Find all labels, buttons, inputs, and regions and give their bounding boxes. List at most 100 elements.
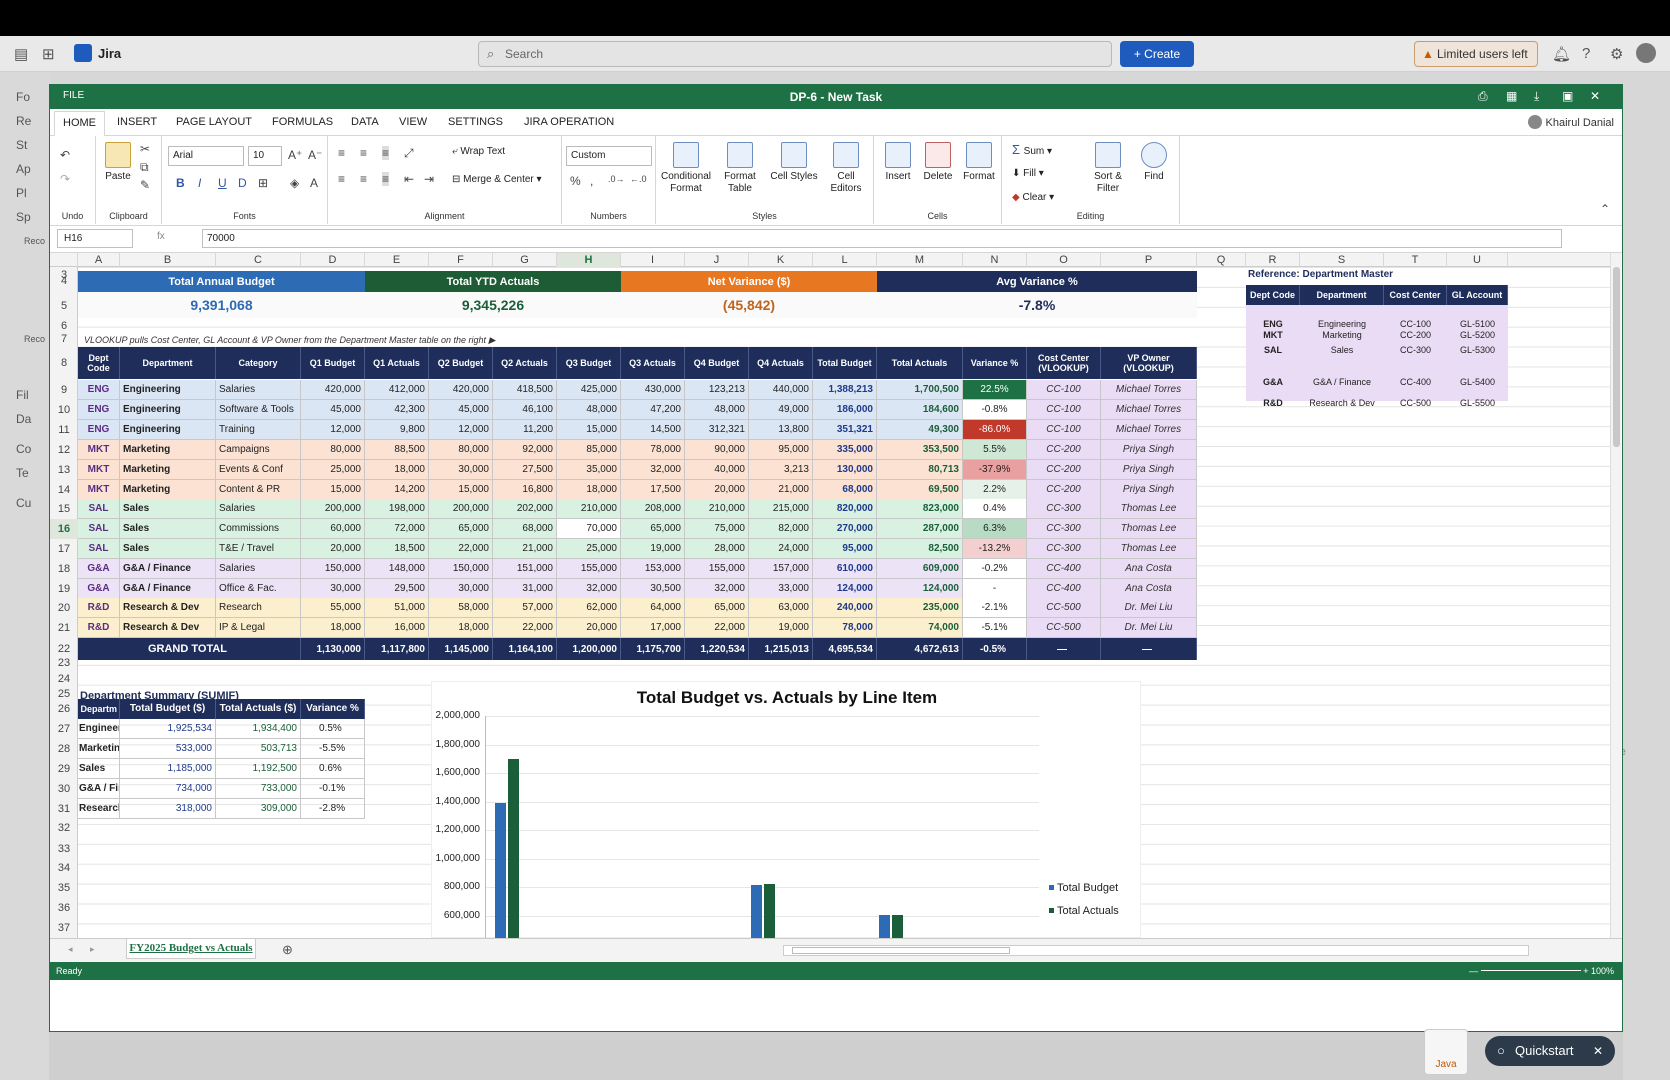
table-cell[interactable]: 6.3% [963, 519, 1027, 539]
decrease-decimal-icon[interactable]: ←.0 [630, 174, 647, 184]
table-cell[interactable]: 78,000 [813, 618, 877, 638]
table-cell[interactable]: CC-200 [1027, 460, 1101, 480]
underline-icon[interactable]: U [218, 176, 227, 190]
table-cell[interactable]: 353,500 [877, 440, 963, 460]
table-cell[interactable]: Ana Costa [1101, 559, 1197, 579]
zoom-slider[interactable] [1480, 970, 1581, 971]
row-header[interactable]: 17 [50, 539, 78, 559]
table-cell[interactable]: 155,000 [557, 559, 621, 579]
master-cell[interactable]: CC-100 [1384, 319, 1447, 329]
table-cell[interactable]: -13.2% [963, 539, 1027, 559]
table-cell[interactable]: 30,000 [429, 579, 493, 599]
column-header[interactable]: U [1447, 253, 1508, 267]
table-cell[interactable]: 68,000 [813, 480, 877, 500]
master-cell[interactable]: CC-400 [1384, 377, 1447, 387]
summary-cell[interactable]: 1,925,534 [120, 719, 216, 739]
master-cell[interactable]: GL-5200 [1447, 330, 1508, 340]
jira-logo-icon[interactable] [74, 44, 92, 62]
row-header[interactable]: 28 [50, 739, 78, 759]
table-cell[interactable]: Ana Costa [1101, 579, 1197, 599]
table-cell[interactable]: 49,000 [749, 400, 813, 420]
table-cell[interactable]: 33,000 [749, 579, 813, 599]
cell-styles-button[interactable]: Cell Styles [768, 142, 820, 183]
clear-button[interactable]: ◆ Clear ▾ [1012, 192, 1054, 204]
table-cell[interactable]: 25,000 [301, 460, 365, 480]
align-middle-icon[interactable]: ≡ [360, 146, 367, 160]
nav-item[interactable]: Te [16, 466, 29, 480]
table-cell[interactable]: 312,321 [685, 420, 749, 440]
undo-icon[interactable]: ↶ [60, 148, 70, 162]
table-cell[interactable]: 184,600 [877, 400, 963, 420]
table-cell[interactable]: Michael Torres [1101, 420, 1197, 440]
master-cell[interactable]: ENG [1246, 319, 1300, 329]
table-cell[interactable]: 15,000 [301, 480, 365, 500]
table-cell[interactable]: 124,000 [877, 579, 963, 599]
table-cell[interactable]: -0.8% [963, 400, 1027, 420]
table-cell[interactable]: 157,000 [749, 559, 813, 579]
nav-item[interactable]: Fo [16, 90, 30, 104]
summary-cell[interactable]: 0.6% [301, 759, 365, 779]
master-cell[interactable]: GL-5100 [1447, 319, 1508, 329]
table-cell[interactable]: 20,000 [685, 480, 749, 500]
name-box[interactable]: H16 [57, 229, 133, 248]
fill-color-icon[interactable]: ◈ [290, 176, 299, 190]
column-header[interactable]: H [557, 253, 621, 267]
table-cell[interactable]: 48,000 [685, 400, 749, 420]
table-cell[interactable]: Priya Singh [1101, 440, 1197, 460]
row-header[interactable]: 18 [50, 559, 78, 579]
table-cell[interactable]: 3,213 [749, 460, 813, 480]
table-cell[interactable]: 88,500 [365, 440, 429, 460]
table-cell[interactable]: 17,000 [621, 618, 685, 638]
table-cell[interactable]: SAL [78, 499, 120, 519]
table-cell[interactable]: Dr. Mei Liu [1101, 598, 1197, 618]
tab-jira-operation[interactable]: JIRA OPERATION [524, 116, 614, 128]
table-cell[interactable]: 215,000 [749, 499, 813, 519]
download-icon[interactable]: ⤓ [1534, 89, 1539, 104]
apps-grid-icon[interactable]: ⊞ [42, 45, 55, 63]
table-cell[interactable]: Campaigns [216, 440, 301, 460]
tab-data[interactable]: DATA [351, 116, 379, 128]
align-right-icon[interactable]: ≡ [382, 172, 390, 186]
summary-cell[interactable]: 533,000 [120, 739, 216, 759]
table-cell[interactable]: 823,000 [877, 499, 963, 519]
summary-cell[interactable]: 503,713 [216, 739, 301, 759]
table-cell[interactable]: CC-500 [1027, 618, 1101, 638]
master-cell[interactable]: CC-500 [1384, 398, 1447, 408]
copy-icon[interactable]: ⧉ [140, 160, 149, 175]
table-cell[interactable]: 270,000 [813, 519, 877, 539]
row-header[interactable]: 4 [50, 271, 78, 291]
table-cell[interactable]: 45,000 [429, 400, 493, 420]
summary-cell[interactable]: Marketing [78, 739, 120, 759]
nav-item[interactable]: Re [16, 114, 31, 128]
table-cell[interactable]: CC-200 [1027, 480, 1101, 500]
table-cell[interactable]: MKT [78, 480, 120, 500]
row-header[interactable]: 14 [50, 480, 78, 500]
master-cell[interactable]: MKT [1246, 330, 1300, 340]
table-cell[interactable]: Sales [120, 499, 216, 519]
table-cell[interactable]: Sales [120, 519, 216, 539]
table-cell[interactable]: 235,000 [877, 598, 963, 618]
table-cell[interactable]: 16,800 [493, 480, 557, 500]
table-cell[interactable]: 153,000 [621, 559, 685, 579]
row-header[interactable]: 26 [50, 699, 78, 719]
table-cell[interactable]: 148,000 [365, 559, 429, 579]
sheet-tab-fy2025[interactable]: FY2025 Budget vs Actuals [126, 939, 256, 959]
nav-item[interactable]: Ap [16, 162, 31, 176]
table-cell[interactable]: 48,000 [557, 400, 621, 420]
align-center-icon[interactable]: ≡ [360, 172, 367, 186]
font-family-select[interactable]: Arial [168, 146, 244, 166]
close-icon[interactable]: ✕ [1590, 89, 1600, 103]
table-cell[interactable]: 151,000 [493, 559, 557, 579]
vertical-scrollbar[interactable] [1610, 253, 1621, 938]
table-cell[interactable]: Michael Torres [1101, 400, 1197, 420]
table-cell[interactable]: 28,000 [685, 539, 749, 559]
help-icon[interactable]: ? [1582, 45, 1590, 62]
table-cell[interactable]: 150,000 [301, 559, 365, 579]
master-cell[interactable]: CC-200 [1384, 330, 1447, 340]
table-cell[interactable]: 75,000 [685, 519, 749, 539]
table-cell[interactable]: 60,000 [301, 519, 365, 539]
table-cell[interactable]: 14,200 [365, 480, 429, 500]
table-cell[interactable]: 32,000 [685, 579, 749, 599]
table-cell[interactable]: 29,500 [365, 579, 429, 599]
row-header[interactable]: 21 [50, 618, 78, 638]
